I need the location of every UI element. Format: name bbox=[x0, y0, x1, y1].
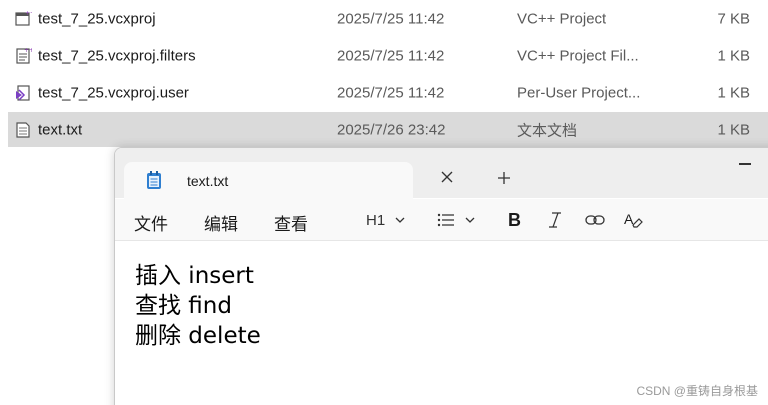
menu-file[interactable]: 文件 bbox=[134, 210, 168, 235]
link-icon[interactable] bbox=[584, 209, 606, 231]
list-dropdown[interactable] bbox=[437, 209, 476, 231]
notepad-icon bbox=[147, 171, 161, 189]
bulleted-list-icon bbox=[437, 213, 454, 227]
file-row[interactable]: ++ test_7_25.vcxproj 2025/7/25 11:42 VC+… bbox=[0, 0, 768, 37]
heading-label: H1 bbox=[366, 211, 386, 229]
new-tab-plus-icon[interactable] bbox=[497, 171, 511, 185]
file-size: 1 KB bbox=[717, 47, 750, 64]
minimize-button[interactable] bbox=[739, 163, 751, 165]
file-name: test_7_25.vcxproj.user bbox=[38, 84, 189, 101]
menu-bar: 文件 编辑 查看 H1 B A bbox=[115, 199, 768, 241]
vs-user-icon bbox=[16, 84, 30, 101]
editor-line: 查找 find bbox=[135, 293, 232, 319]
vcxproj-icon: ++ bbox=[15, 10, 32, 26]
close-tab-icon[interactable] bbox=[439, 169, 455, 185]
tab-title: text.txt bbox=[187, 173, 229, 189]
menu-view[interactable]: 查看 bbox=[274, 210, 308, 235]
file-size: 1 KB bbox=[717, 84, 750, 101]
bold-icon[interactable]: B bbox=[507, 209, 523, 231]
editor-line: 删除 delete bbox=[135, 323, 261, 349]
menu-edit[interactable]: 编辑 bbox=[204, 210, 238, 235]
heading-dropdown[interactable]: H1 bbox=[366, 209, 406, 231]
svg-text:++: ++ bbox=[25, 10, 32, 17]
svg-text:++: ++ bbox=[24, 47, 32, 54]
clear-formatting-icon[interactable]: A bbox=[623, 209, 645, 231]
watermark: CSDN @重铸自身根基 bbox=[636, 384, 758, 398]
filters-icon: ++ bbox=[16, 47, 32, 64]
editor-line: 插入 insert bbox=[135, 263, 254, 289]
chevron-down-icon bbox=[395, 217, 405, 223]
file-row[interactable]: test_7_25.vcxproj.user 2025/7/25 11:42 P… bbox=[0, 74, 768, 111]
file-date: 2025/7/25 11:42 bbox=[337, 10, 445, 27]
editor-area[interactable]: 插入 insert 查找 find 删除 delete bbox=[115, 242, 768, 405]
file-row[interactable]: ++ test_7_25.vcxproj.filters 2025/7/25 1… bbox=[0, 37, 768, 74]
notepad-window: text.txt 文件 编辑 查看 H1 B A 插入 insert 查找 fi… bbox=[114, 147, 768, 405]
file-date: 2025/7/26 23:42 bbox=[337, 121, 446, 138]
file-date: 2025/7/25 11:42 bbox=[337, 84, 445, 101]
file-size: 1 KB bbox=[717, 121, 750, 138]
tab-text-txt[interactable]: text.txt bbox=[124, 162, 413, 199]
chevron-down-icon bbox=[465, 217, 475, 223]
text-file-icon bbox=[16, 121, 30, 138]
file-name: text.txt bbox=[38, 121, 83, 138]
file-row-selected[interactable]: text.txt 2025/7/26 23:42 文本文档 1 KB bbox=[0, 111, 768, 148]
file-type: VC++ Project Fil... bbox=[517, 47, 639, 64]
file-size: 7 KB bbox=[717, 10, 750, 27]
svg-text:B: B bbox=[508, 210, 521, 230]
file-name: test_7_25.vcxproj.filters bbox=[38, 47, 196, 64]
file-type: 文本文档 bbox=[517, 122, 578, 139]
editor-content[interactable]: 插入 insert 查找 find 删除 delete bbox=[135, 261, 261, 351]
file-date: 2025/7/25 11:42 bbox=[337, 47, 445, 64]
svg-text:A: A bbox=[624, 211, 634, 227]
file-name: test_7_25.vcxproj bbox=[38, 10, 156, 27]
title-bar[interactable]: text.txt bbox=[115, 148, 768, 199]
italic-icon[interactable] bbox=[547, 209, 563, 231]
file-type: VC++ Project bbox=[517, 10, 607, 27]
file-list: ++ test_7_25.vcxproj 2025/7/25 11:42 VC+… bbox=[0, 0, 768, 148]
file-type: Per-User Project... bbox=[517, 84, 641, 101]
